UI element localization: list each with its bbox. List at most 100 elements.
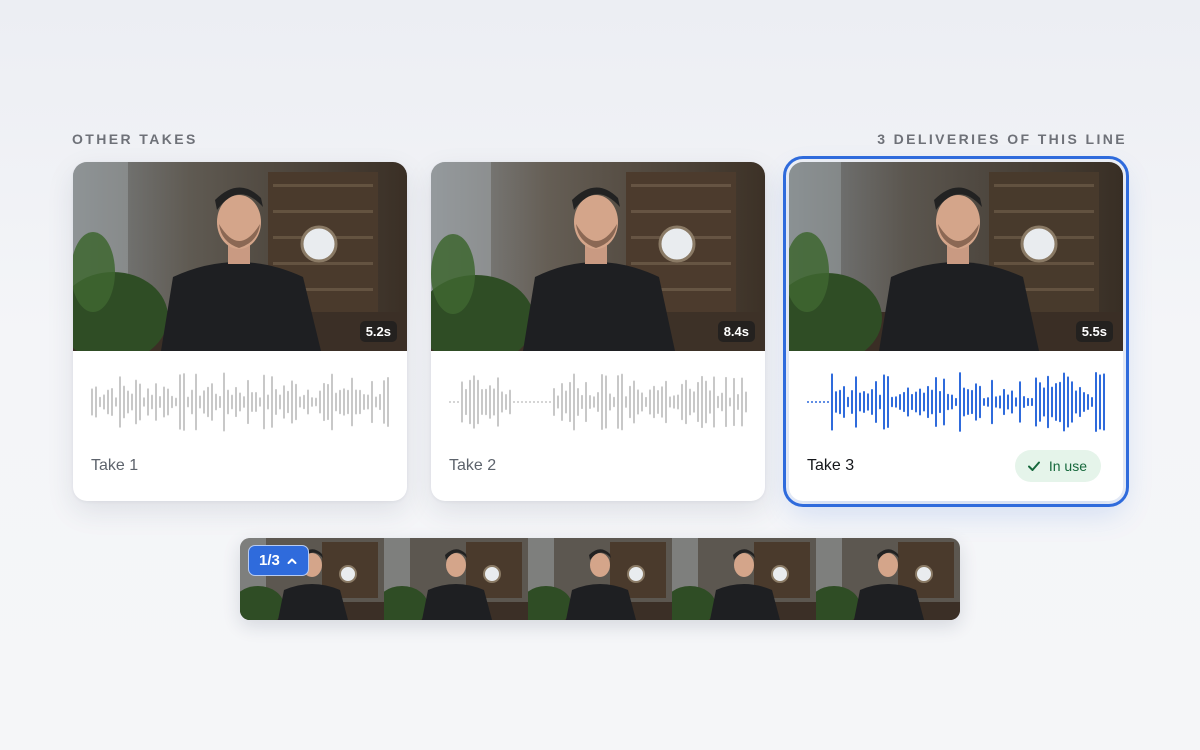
waveform-bar — [593, 396, 595, 408]
waveform-bar — [449, 401, 451, 403]
waveform-bar — [191, 389, 193, 415]
waveform-bar — [713, 376, 715, 428]
waveform-bar — [1039, 382, 1041, 422]
filmstrip-frame[interactable] — [816, 538, 960, 620]
waveform-bar — [677, 394, 679, 410]
waveform-bar — [1003, 388, 1005, 416]
waveform-bar — [139, 383, 141, 421]
waveform-bar — [657, 390, 659, 414]
waveform-bar — [1007, 394, 1009, 410]
waveform-bar — [685, 379, 687, 425]
waveform-bar — [573, 373, 575, 431]
waveform-bar — [95, 386, 97, 418]
waveform-bar — [287, 390, 289, 414]
waveform-bar — [1023, 395, 1025, 409]
waveform-bar — [183, 373, 185, 431]
waveform-bar — [375, 396, 377, 408]
waveform-bar — [911, 393, 913, 411]
waveform-bar — [383, 380, 385, 424]
waveform-bar — [859, 392, 861, 412]
waveform-bar — [661, 386, 663, 418]
waveform-bar — [923, 392, 925, 412]
waveform-bar — [99, 396, 101, 408]
filmstrip-frame[interactable] — [528, 538, 672, 620]
waveform-bar — [347, 389, 349, 415]
filmstrip-frame[interactable] — [384, 538, 528, 620]
take-counter-button[interactable]: 1/3 — [248, 545, 309, 576]
waveform-bar — [915, 391, 917, 413]
waveform-bar — [597, 392, 599, 412]
waveform-bar — [1059, 381, 1061, 423]
waveform-bar — [601, 374, 603, 430]
waveform-bar — [363, 393, 365, 411]
waveform-bar — [975, 383, 977, 421]
waveform-bar — [107, 389, 109, 415]
waveform-bar — [171, 395, 173, 409]
waveform-bar — [847, 396, 849, 408]
waveform-bar — [927, 385, 929, 419]
waveform-bar — [1071, 381, 1073, 423]
waveform-bar — [243, 396, 245, 408]
waveform-bar — [187, 396, 189, 408]
waveform-bar — [565, 390, 567, 414]
waveform-bar — [315, 397, 317, 407]
waveform-bar — [331, 373, 333, 431]
waveform-bar — [323, 382, 325, 422]
waveform-bar — [653, 385, 655, 419]
waveform-bar — [641, 392, 643, 412]
waveform-bar — [931, 389, 933, 415]
waveform-bar — [195, 373, 197, 431]
waveform-bar — [151, 394, 153, 410]
waveform-bar — [147, 388, 149, 416]
waveform-bar — [733, 377, 735, 427]
waveform-bar — [1035, 377, 1037, 427]
waveform-bar — [131, 393, 133, 411]
waveform-bar — [497, 377, 499, 427]
waveform-bar — [339, 389, 341, 415]
waveform-bar — [971, 389, 973, 415]
waveform-bar — [1031, 397, 1033, 407]
waveform-bar — [291, 380, 293, 424]
waveform-bar — [351, 377, 353, 427]
waveform-bar — [553, 388, 555, 416]
waveform-bar — [1015, 397, 1017, 407]
waveform-bar — [637, 389, 639, 415]
waveform-bar — [477, 379, 479, 425]
waveform-bar — [807, 401, 809, 403]
waveform-bar — [505, 394, 507, 410]
waveform-bar — [899, 394, 901, 410]
filmstrip-frame[interactable] — [672, 538, 816, 620]
waveform-bar — [963, 387, 965, 417]
waveform-bar — [621, 373, 623, 431]
waveform-bar — [371, 380, 373, 424]
take-thumbnail: 8.4s — [431, 162, 765, 351]
waveform-bar — [1083, 391, 1085, 413]
waveform-bar — [1103, 373, 1105, 431]
take-thumbnail: 5.2s — [73, 162, 407, 351]
waveform-bar — [359, 389, 361, 415]
take-card-2[interactable]: 8.4s Take 2 — [431, 162, 765, 501]
waveform-bar — [251, 391, 253, 413]
waveform-bar — [493, 388, 495, 416]
waveform-bar — [863, 391, 865, 413]
waveform-bar — [867, 393, 869, 411]
waveform-bar — [1043, 387, 1045, 417]
waveform-bar — [215, 393, 217, 411]
filmstrip[interactable] — [240, 538, 960, 620]
video-frame-image — [73, 162, 407, 351]
waveform-bar — [231, 394, 233, 410]
waveform-bar — [875, 380, 877, 424]
duration-badge: 5.5s — [1075, 321, 1113, 342]
take-card-1[interactable]: 5.2s Take 1 — [73, 162, 407, 501]
waveform-bar — [721, 392, 723, 412]
waveform-bar — [855, 376, 857, 428]
waveform-bar — [379, 393, 381, 411]
frame-thumbnail-image — [384, 538, 528, 620]
take-card-3[interactable]: 5.5s Take 3 In use — [783, 156, 1129, 507]
waveform-bar — [155, 383, 157, 421]
waveform-bar — [299, 396, 301, 408]
waveform-bar — [843, 386, 845, 418]
waveform-bar — [179, 374, 181, 430]
waveform-bar — [545, 401, 547, 403]
waveform-bar — [935, 376, 937, 428]
